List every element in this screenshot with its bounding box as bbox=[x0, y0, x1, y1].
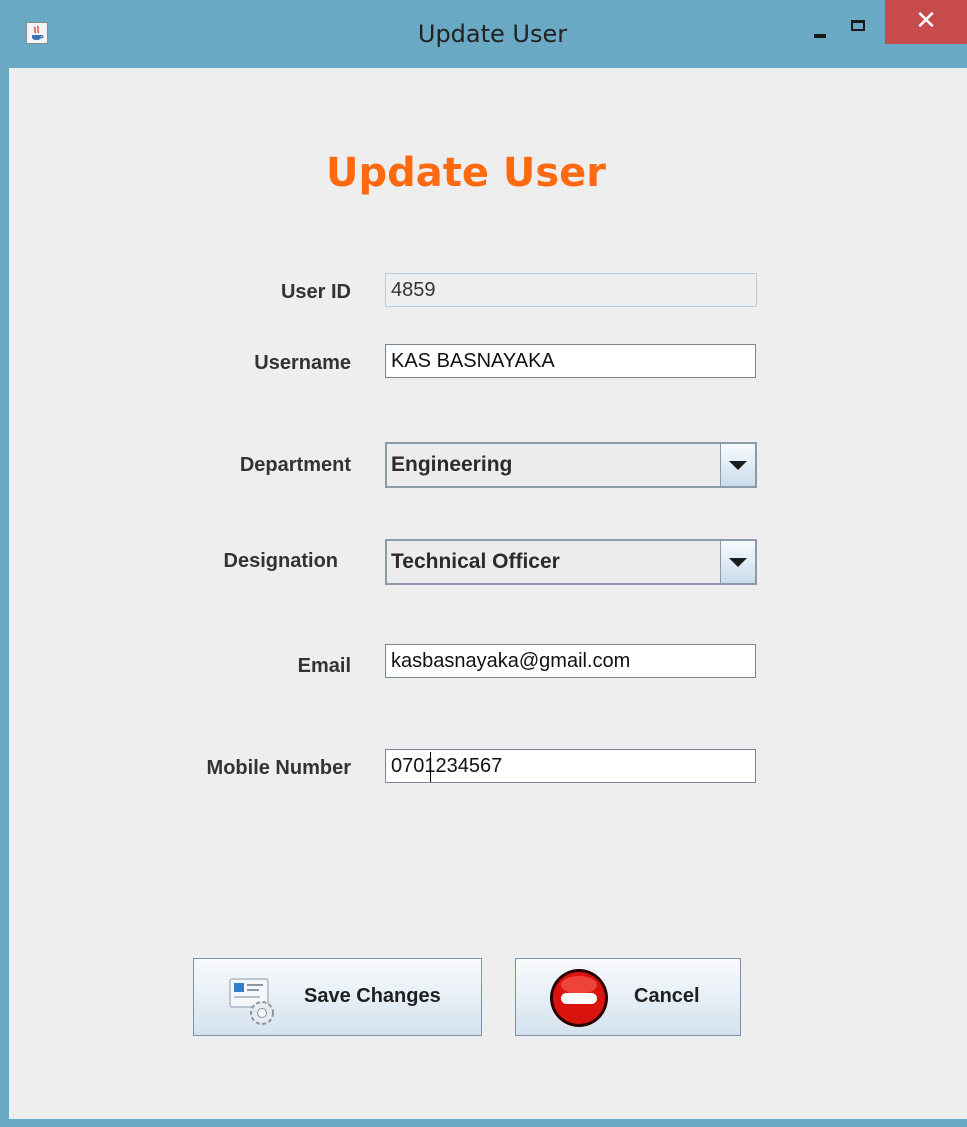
close-button[interactable]: ✕ bbox=[885, 0, 967, 44]
user-id-label: User ID bbox=[280, 281, 351, 303]
designation-selected: Technical Officer bbox=[391, 550, 560, 573]
email-field[interactable] bbox=[385, 644, 756, 678]
designation-dropdown-arrow[interactable] bbox=[720, 541, 755, 583]
cancel-button[interactable]: Cancel bbox=[515, 958, 741, 1036]
save-changes-label: Save Changes bbox=[304, 985, 441, 1007]
department-dropdown-arrow[interactable] bbox=[720, 444, 755, 486]
save-changes-button[interactable]: Save Changes bbox=[193, 958, 482, 1036]
username-label: Username bbox=[254, 352, 351, 374]
maximize-button[interactable] bbox=[845, 14, 875, 44]
no-entry-icon bbox=[548, 967, 610, 1034]
minimize-icon bbox=[814, 34, 826, 38]
designation-dropdown[interactable]: Technical Officer bbox=[385, 539, 757, 585]
form-heading: Update User bbox=[325, 150, 607, 196]
maximize-icon bbox=[851, 20, 865, 31]
username-field[interactable] bbox=[385, 344, 756, 378]
cancel-label: Cancel bbox=[634, 985, 700, 1007]
designation-label: Designation bbox=[223, 550, 338, 572]
user-id-field bbox=[385, 273, 757, 307]
update-user-window: Update User ✕ Update User User ID Userna… bbox=[0, 0, 967, 1127]
department-label: Department bbox=[239, 454, 351, 476]
save-settings-icon bbox=[228, 977, 284, 1036]
email-label: Email bbox=[297, 655, 351, 677]
chevron-down-icon bbox=[729, 558, 747, 567]
minimize-button[interactable] bbox=[806, 16, 836, 46]
chevron-down-icon bbox=[729, 461, 747, 470]
title-bar[interactable]: Update User ✕ bbox=[0, 0, 967, 68]
department-dropdown[interactable]: Engineering bbox=[385, 442, 757, 488]
mobile-number-field[interactable] bbox=[385, 749, 756, 783]
mobile-number-label: Mobile Number bbox=[206, 757, 351, 779]
department-selected: Engineering bbox=[391, 453, 513, 476]
form-panel: Update User User ID Username Department … bbox=[9, 68, 967, 1119]
close-icon: ✕ bbox=[915, 6, 937, 36]
text-caret bbox=[430, 752, 431, 782]
